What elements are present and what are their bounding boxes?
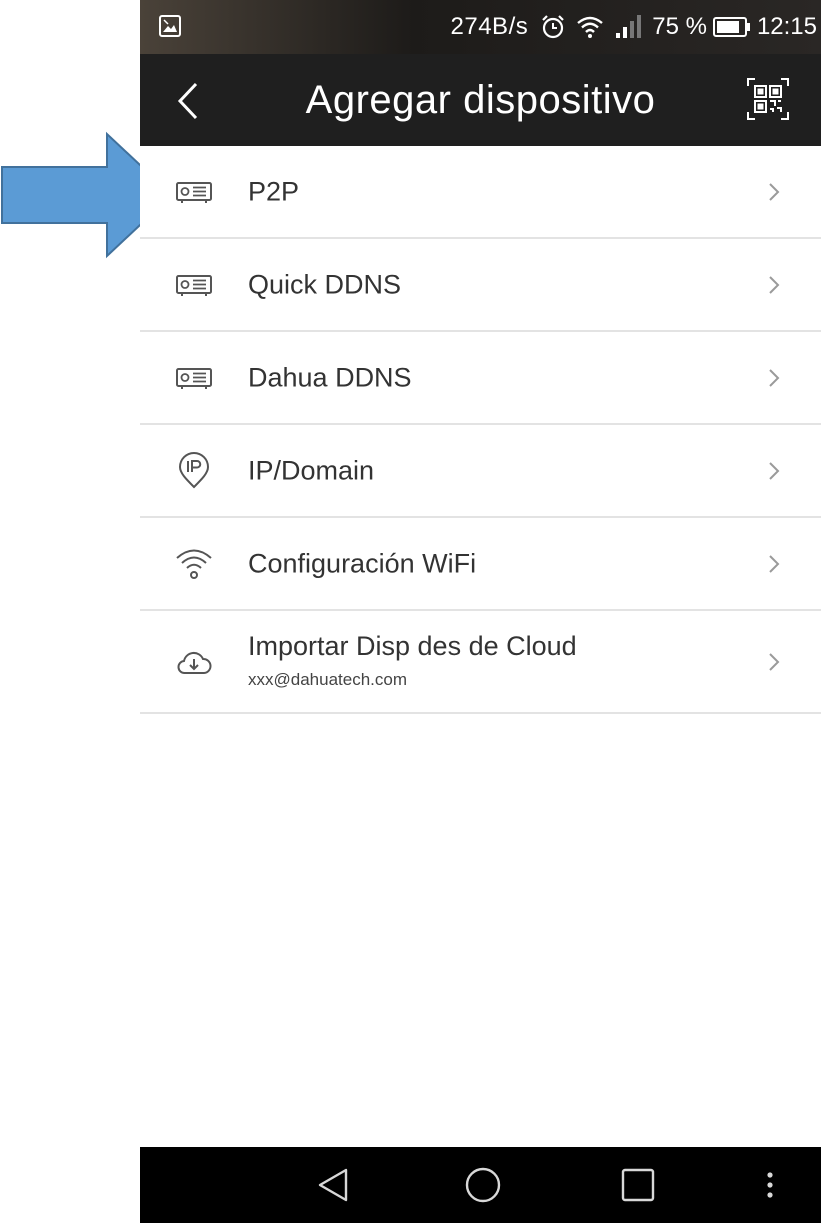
app-bar: Agregar dispositivo [140, 54, 821, 146]
menu-item-p2p[interactable]: P2P [140, 146, 821, 239]
nav-recents-button[interactable] [618, 1165, 658, 1205]
circle-home-icon [465, 1167, 501, 1203]
nav-home-button[interactable] [463, 1165, 503, 1205]
page-title: Agregar dispositivo [305, 78, 656, 122]
back-button[interactable] [164, 76, 214, 126]
square-recents-icon [621, 1168, 655, 1202]
menu-item-label: Configuración WiFi [248, 548, 477, 578]
clock-time: 12:15 [756, 13, 817, 40]
phone-screen: 274B/s 75 % 12:15 Agregar dispositivo P2… [140, 0, 821, 1223]
device-icon [176, 274, 212, 296]
chevron-right-icon [769, 275, 780, 294]
triangle-back-icon [318, 1168, 348, 1202]
menu-item-label: IP/Domain [248, 455, 375, 485]
system-nav-bar [140, 1147, 821, 1223]
more-vertical-icon [767, 1172, 773, 1198]
alarm-icon [542, 15, 565, 39]
menu-item-label: Importar Disp des de Cloud [248, 631, 577, 661]
add-device-menu: P2P Quick DDNS Dahua DDNS IP/Domain Conf… [140, 146, 821, 714]
menu-item-label: P2P [248, 176, 300, 206]
chevron-right-icon [769, 182, 780, 201]
nav-menu-button[interactable] [750, 1165, 790, 1205]
device-icon [176, 181, 212, 203]
menu-item-quick-ddns[interactable]: Quick DDNS [140, 239, 821, 332]
battery-icon [712, 17, 750, 37]
battery-percent: 75 % [652, 13, 707, 40]
status-bar: 274B/s 75 % 12:15 [140, 0, 821, 54]
ip-pin-icon [178, 451, 210, 488]
wifi-status-icon [577, 16, 604, 38]
image-notification-icon [159, 15, 181, 37]
menu-item-import-cloud[interactable]: Importar Disp des de Cloud xxx@dahuatech… [140, 611, 821, 714]
chevron-right-icon [769, 554, 780, 573]
signal-icon [616, 15, 642, 38]
menu-item-dahua-ddns[interactable]: Dahua DDNS [140, 332, 821, 425]
network-speed: 274B/s [450, 13, 529, 40]
chevron-left-icon [177, 82, 198, 120]
device-icon [176, 367, 212, 389]
menu-item-label: Dahua DDNS [248, 362, 412, 392]
menu-item-text: Importar Disp des de Cloud xxx@dahuatech… [248, 631, 577, 690]
menu-item-label: Quick DDNS [248, 269, 402, 299]
wifi-icon [176, 549, 212, 579]
chevron-right-icon [769, 368, 780, 387]
cloud-account-email: xxx@dahuatech.com [248, 670, 408, 689]
qr-scan-button[interactable] [745, 76, 791, 122]
chevron-right-icon [769, 461, 780, 480]
qr-scan-icon [747, 78, 789, 120]
cloud-download-icon [177, 651, 212, 674]
menu-item-ip-domain[interactable]: IP/Domain [140, 425, 821, 518]
chevron-right-icon [769, 652, 780, 671]
menu-item-wifi-config[interactable]: Configuración WiFi [140, 518, 821, 611]
nav-back-button[interactable] [313, 1165, 353, 1205]
